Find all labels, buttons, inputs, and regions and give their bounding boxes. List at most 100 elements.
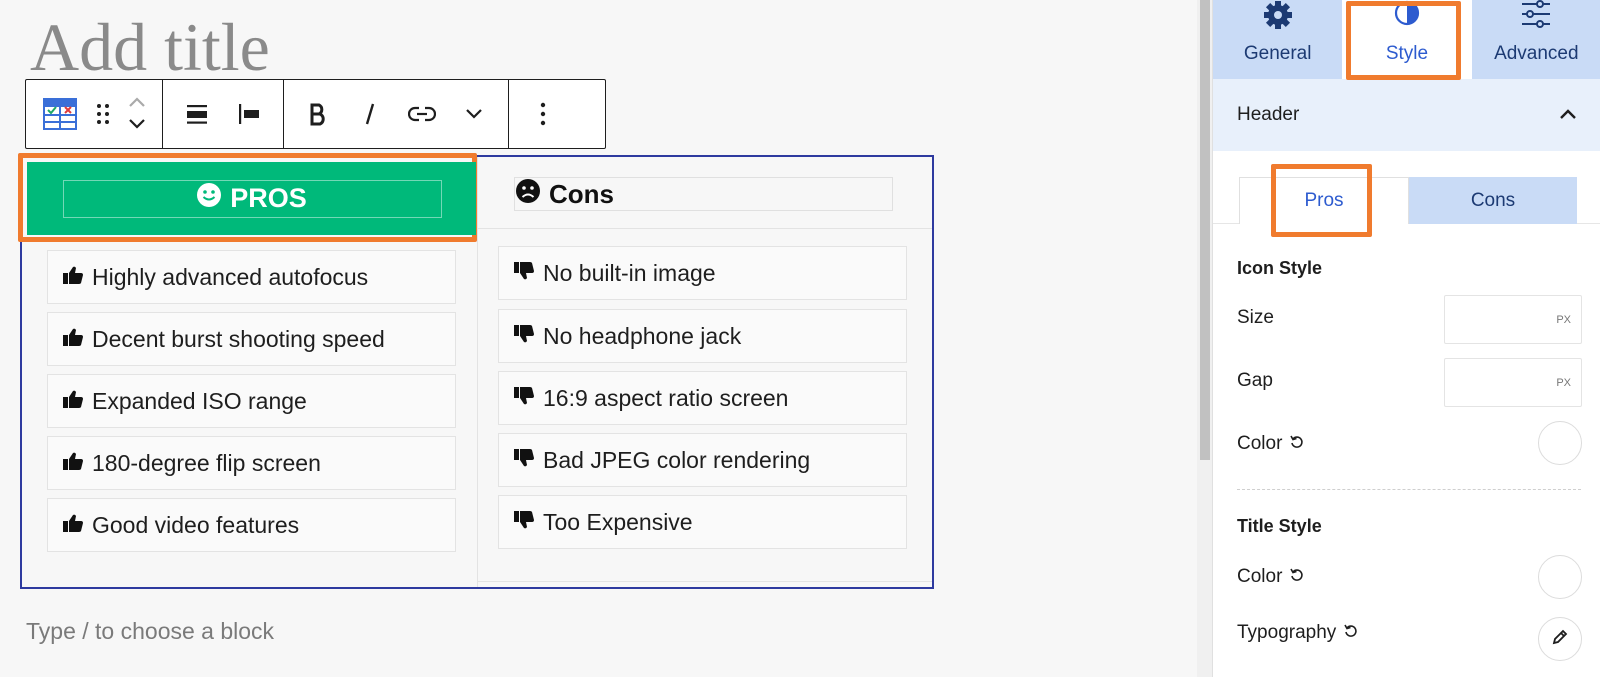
editor-canvas: Add title PROS Cons Highly advanced auto… [0,0,1197,677]
thumbs-down-icon [513,385,535,412]
tab-general-label: General [1243,43,1312,64]
pros-list-item[interactable]: Expanded ISO range [47,374,456,428]
align-icon [185,102,209,126]
block-toolbar [25,79,606,149]
gap-label: Gap [1237,370,1273,392]
move-up-down-button[interactable] [120,80,154,148]
cons-header[interactable]: Cons [478,159,932,229]
cons-list-item[interactable]: 16:9 aspect ratio screen [498,371,907,425]
move-up-down-icon [127,94,147,134]
tab-general[interactable]: General [1213,0,1342,79]
pros-title-text: PROS [230,183,307,213]
thumbs-down-icon [513,509,535,536]
options-icon [540,102,546,126]
style-tab-highlight [1346,1,1461,80]
cons-list-item[interactable]: Too Expensive [498,495,907,549]
tab-advanced-label: Advanced [1494,43,1579,64]
drag-handle[interactable] [86,80,120,148]
size-label: Size [1237,307,1274,329]
title-color-label: Color [1237,566,1304,588]
cons-list-item[interactable]: No headphone jack [498,309,907,363]
cons-item-text: Bad JPEG color rendering [543,446,811,473]
pros-list-item[interactable]: Highly advanced autofocus [47,250,456,304]
pros-item-text: 180-degree flip screen [92,449,321,476]
smile-icon [196,182,222,215]
pros-list-item[interactable]: Decent burst shooting speed [47,312,456,366]
reset-icon[interactable] [1290,433,1304,455]
toolbar-group-format [284,80,509,148]
icon-style-title: Icon Style [1237,258,1323,278]
bold-button[interactable] [292,80,344,148]
gap-label-text: Gap [1237,370,1273,391]
cons-title[interactable]: Cons [515,178,614,211]
italic-icon [362,102,378,126]
pros-item-text: Expanded ISO range [92,387,307,414]
typography-label-text: Typography [1237,622,1337,643]
title-style-title: Title Style [1237,516,1322,536]
link-icon [408,104,436,124]
size-unit: PX [1556,313,1571,326]
icon-size-input[interactable]: PX [1444,295,1582,344]
block-type-icon [43,98,77,130]
align-button[interactable] [171,80,223,148]
toolbar-group-options [509,80,577,148]
thumbs-up-icon [62,264,84,291]
more-formatting-button[interactable] [448,80,500,148]
section-separator [1237,489,1581,490]
more-formatting-chevron-icon [465,108,483,120]
pros-list-item[interactable]: Good video features [47,498,456,552]
cons-list-item[interactable]: No built-in image [498,246,907,300]
sliders-icon [1520,0,1552,36]
icon-color-label: Color [1237,433,1304,455]
cons-item-text: 16:9 aspect ratio screen [543,384,789,411]
typography-edit-button[interactable] [1538,617,1582,661]
cons-item-text: No built-in image [543,259,716,286]
cons-list-item[interactable]: Bad JPEG color rendering [498,433,907,487]
toolbar-group-block [26,80,163,148]
icon-color-swatch[interactable] [1538,421,1582,465]
pros-cons-block[interactable]: PROS Cons Highly advanced autofocus Dece… [18,153,934,589]
pros-title[interactable]: PROS [196,182,307,215]
thumbs-up-icon [62,450,84,477]
editor-scrollbar-thumb[interactable] [1200,0,1210,460]
title-color-swatch[interactable] [1538,555,1582,599]
bold-icon [308,102,328,126]
cons-title-text: Cons [549,178,614,209]
link-button[interactable] [396,80,448,148]
thumbs-down-icon [513,323,535,350]
pros-item-text: Decent burst shooting speed [92,325,385,352]
cons-title-box: Cons [514,177,893,211]
thumbs-up-icon [62,326,84,353]
thumbs-down-icon [513,447,535,474]
frown-icon [515,178,541,211]
panel-header-toggle[interactable]: Header [1213,79,1600,151]
justify-left-button[interactable] [223,80,275,148]
thumbs-down-icon [513,260,535,287]
italic-button[interactable] [344,80,396,148]
tab-advanced[interactable]: Advanced [1472,0,1600,79]
block-appender[interactable]: Type / to choose a block [26,618,274,645]
pros-list-item[interactable]: 180-degree flip screen [47,436,456,490]
panel-title: Header [1237,104,1300,125]
pros-item-text: Good video features [92,511,300,538]
options-button[interactable] [517,80,569,148]
reset-icon[interactable] [1290,566,1304,588]
gap-unit: PX [1556,376,1571,389]
settings-sidebar: General Style Advanced Header Pros Cons … [1212,0,1600,677]
post-title-input[interactable]: Add title [30,8,270,87]
chevron-up-icon [1559,104,1577,126]
typography-label: Typography [1237,622,1358,644]
reset-icon[interactable] [1344,622,1358,644]
cons-item-text: No headphone jack [543,322,742,349]
pros-header[interactable]: PROS [27,162,476,235]
cons-bottom-line [478,581,932,582]
icon-gap-input[interactable]: PX [1444,358,1582,407]
drag-handle-icon [96,103,110,125]
pros-subtab-highlight [1271,164,1372,237]
pencil-icon [1551,628,1569,651]
block-type-button[interactable] [34,80,86,148]
cons-item-text: Too Expensive [543,508,693,535]
title-color-label-text: Color [1237,566,1283,587]
icon-color-label-text: Color [1237,433,1283,454]
subtab-cons[interactable]: Cons [1409,177,1577,224]
